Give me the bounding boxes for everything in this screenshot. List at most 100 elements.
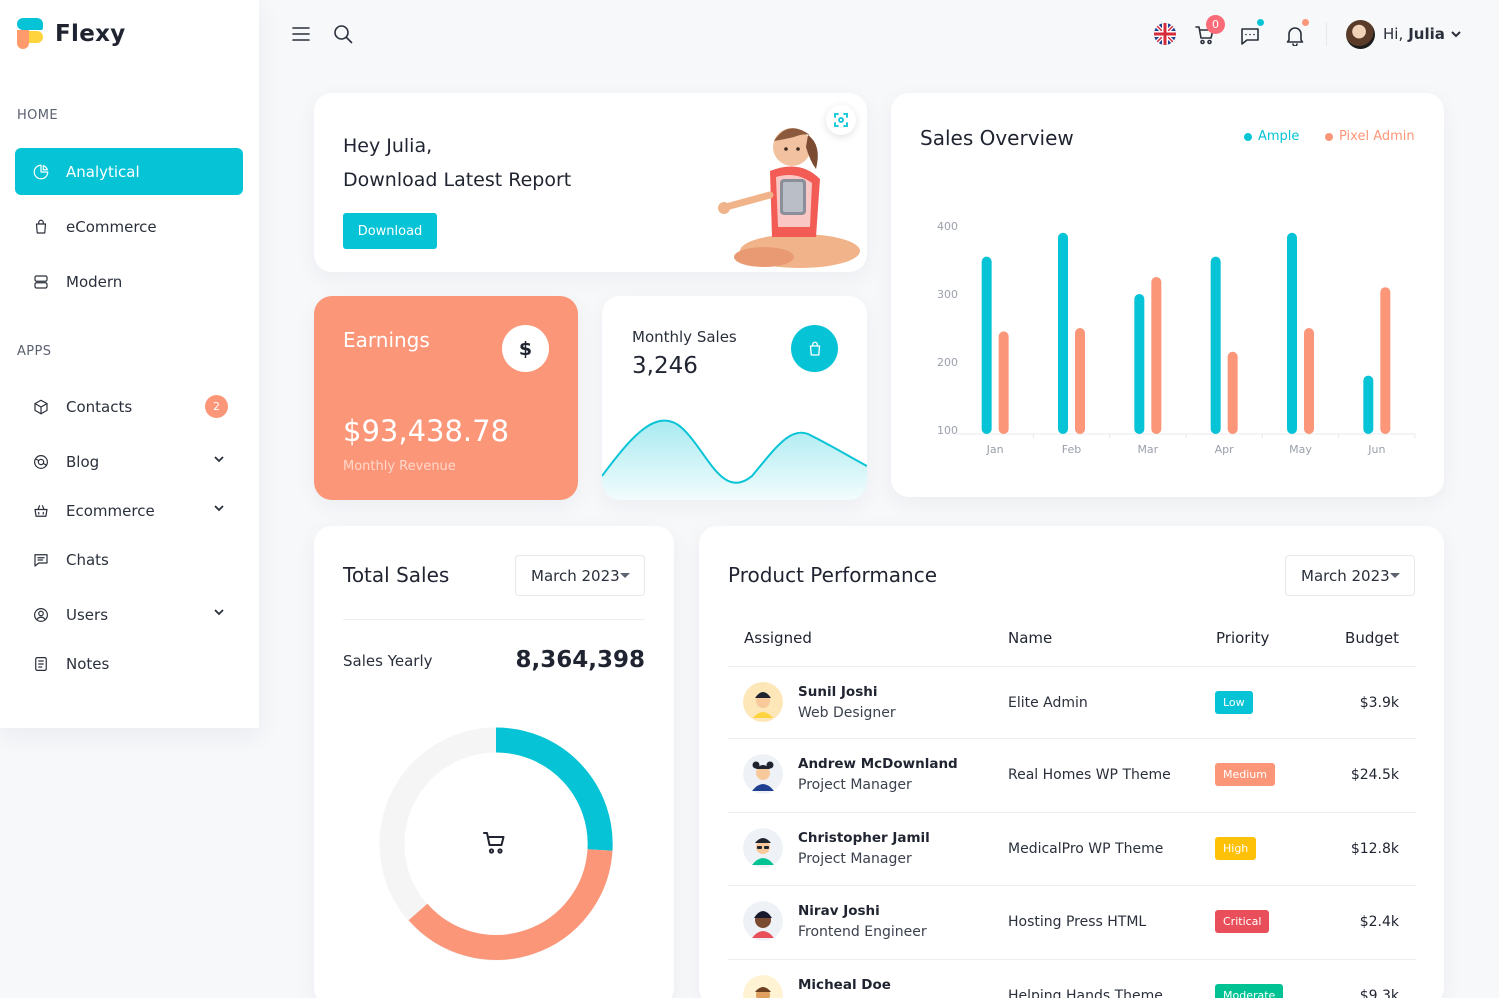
sidebar-item-label: Contacts <box>66 397 133 416</box>
monthly-sales-card: Monthly Sales 3,246 <box>602 296 867 500</box>
chevron-down-icon <box>1451 31 1461 38</box>
bar-pixel-admin-jun <box>1380 287 1391 434</box>
x-tick-label: Jan <box>986 443 1004 456</box>
sidebar-item-label: Blog <box>66 452 100 471</box>
assignee-name: Andrew McDownland <box>798 756 958 772</box>
sidebar: Flexy HOME Analytical eCommerce Modern A… <box>0 0 259 728</box>
y-tick-label: 400 <box>937 220 958 233</box>
project-name: Hosting Press HTML <box>1008 914 1147 930</box>
table-row[interactable]: Micheal Doe Helping Hands Theme Moderate… <box>728 959 1416 998</box>
total-sales-card: Total Sales March 2023 Sales Yearly 8,36… <box>314 526 674 998</box>
total-sales-period-select[interactable]: March 2023 <box>515 555 645 596</box>
sidebar-item-label: Analytical <box>66 162 140 181</box>
bell-icon[interactable] <box>1284 24 1306 47</box>
earnings-value: $93,438.78 <box>343 414 510 448</box>
bar-ample-feb <box>1058 232 1068 434</box>
project-name: Elite Admin <box>1008 695 1088 711</box>
sidebar-item-chats[interactable]: Chats <box>15 536 243 583</box>
contacts-count-badge: 2 <box>205 395 228 418</box>
assignee-name: Micheal Doe <box>798 977 891 993</box>
girl-with-tablet-illustration <box>718 128 860 268</box>
sidebar-item-users[interactable]: Users <box>15 591 243 638</box>
project-name: Helping Hands Theme <box>1008 988 1163 998</box>
basket-icon <box>31 501 51 521</box>
cart-count-badge: 0 <box>1206 15 1225 34</box>
earnings-subtitle: Monthly Revenue <box>343 459 456 474</box>
sidebar-item-label: Modern <box>66 272 123 291</box>
chat-notification-dot <box>1257 19 1264 26</box>
monthly-sales-label: Monthly Sales <box>632 328 737 346</box>
nav-section-home: HOME <box>17 108 59 123</box>
budget-value: $24.5k <box>1350 767 1399 783</box>
product-performance-title: Product Performance <box>728 563 938 587</box>
bar-ample-jun <box>1363 375 1374 434</box>
total-sales-title: Total Sales <box>343 563 450 587</box>
sidebar-item-blog[interactable]: Blog <box>15 438 243 485</box>
budget-value: $3.9k <box>1359 695 1399 711</box>
bar-ample-mar <box>1134 294 1145 434</box>
dollar-icon: $ <box>502 325 549 372</box>
welcome-title: Download Latest Report <box>343 169 572 191</box>
welcome-greeting: Hey Julia, <box>343 135 433 157</box>
assignee-role: Frontend Engineer <box>798 924 927 940</box>
y-tick-label: 300 <box>937 288 958 301</box>
user-menu[interactable]: Hi, Julia <box>1383 25 1462 43</box>
pie-chart-icon <box>31 162 51 182</box>
avatar[interactable] <box>1346 20 1375 49</box>
sidebar-item-label: Chats <box>66 550 109 569</box>
bar-pixel-admin-may <box>1304 328 1314 434</box>
donut-segment-orange <box>408 848 613 960</box>
avatar <box>743 754 783 794</box>
sales-overview-chart: 100 200 300 400 Jan Feb Mar Apr May Jun <box>937 220 1416 456</box>
sidebar-item-label: Ecommerce <box>66 501 155 520</box>
menu-icon[interactable] <box>290 23 312 45</box>
user-name: Julia <box>1408 25 1445 43</box>
assignee-name: Christopher Jamil <box>798 830 930 846</box>
brand-logo[interactable]: Flexy <box>17 18 126 49</box>
sales-yearly-value: 8,364,398 <box>515 647 646 673</box>
sidebar-item-ecommerce-app[interactable]: Ecommerce <box>15 487 243 534</box>
table-row[interactable]: Sunil Joshi Web Designer Elite Admin Low… <box>728 666 1416 739</box>
sidebar-item-notes[interactable]: Notes <box>15 640 243 687</box>
column-header-name: Name <box>1008 629 1053 647</box>
column-header-assigned: Assigned <box>744 629 812 647</box>
select-value: March 2023 <box>531 566 620 585</box>
x-tick-label: Feb <box>1062 443 1081 456</box>
chevron-down-icon <box>212 501 226 515</box>
caret-down-icon <box>620 573 630 578</box>
bar-pixel-admin-jan <box>998 331 1009 434</box>
table-row[interactable]: Nirav Joshi Frontend Engineer Hosting Pr… <box>728 885 1416 958</box>
message-icon <box>31 550 51 570</box>
product-performance-period-select[interactable]: March 2023 <box>1285 555 1415 596</box>
sidebar-item-modern[interactable]: Modern <box>15 258 243 305</box>
select-value: March 2023 <box>1301 566 1390 585</box>
chat-icon[interactable] <box>1239 25 1261 47</box>
x-tick-label: May <box>1289 443 1312 456</box>
uk-flag-icon[interactable] <box>1154 23 1176 45</box>
column-header-budget: Budget <box>1345 629 1399 647</box>
download-button[interactable]: Download <box>343 213 437 249</box>
sidebar-item-analytical[interactable]: Analytical <box>15 148 243 195</box>
sidebar-item-ecommerce[interactable]: eCommerce <box>15 203 243 250</box>
monthly-sales-value: 3,246 <box>632 353 698 379</box>
welcome-card: Hey Julia, Download Latest Report Downlo… <box>314 93 867 272</box>
bar-pixel-admin-mar <box>1151 277 1162 434</box>
bell-notification-dot <box>1302 19 1309 26</box>
assignee-name: Nirav Joshi <box>798 903 880 919</box>
assignee-role: Web Designer <box>798 705 896 721</box>
sidebar-item-contacts[interactable]: Contacts 2 <box>15 383 243 430</box>
table-row[interactable]: Andrew McDownland Project Manager Real H… <box>728 738 1416 811</box>
budget-value: $12.8k <box>1350 841 1399 857</box>
topbar-divider <box>1326 22 1327 46</box>
priority-badge: Moderate <box>1215 984 1284 998</box>
sales-overview-card: Sales Overview Ample Pixel Admin 100 200 3… <box>891 93 1444 497</box>
avatar <box>743 682 783 722</box>
avatar <box>743 901 783 941</box>
monthly-sales-sparkline <box>602 419 867 500</box>
server-icon <box>31 272 51 292</box>
search-icon[interactable] <box>332 23 354 45</box>
notes-icon <box>31 654 51 674</box>
total-sales-donut-chart <box>379 727 613 961</box>
table-row[interactable]: Christopher Jamil Project Manager Medica… <box>728 812 1416 885</box>
avatar <box>743 975 783 998</box>
